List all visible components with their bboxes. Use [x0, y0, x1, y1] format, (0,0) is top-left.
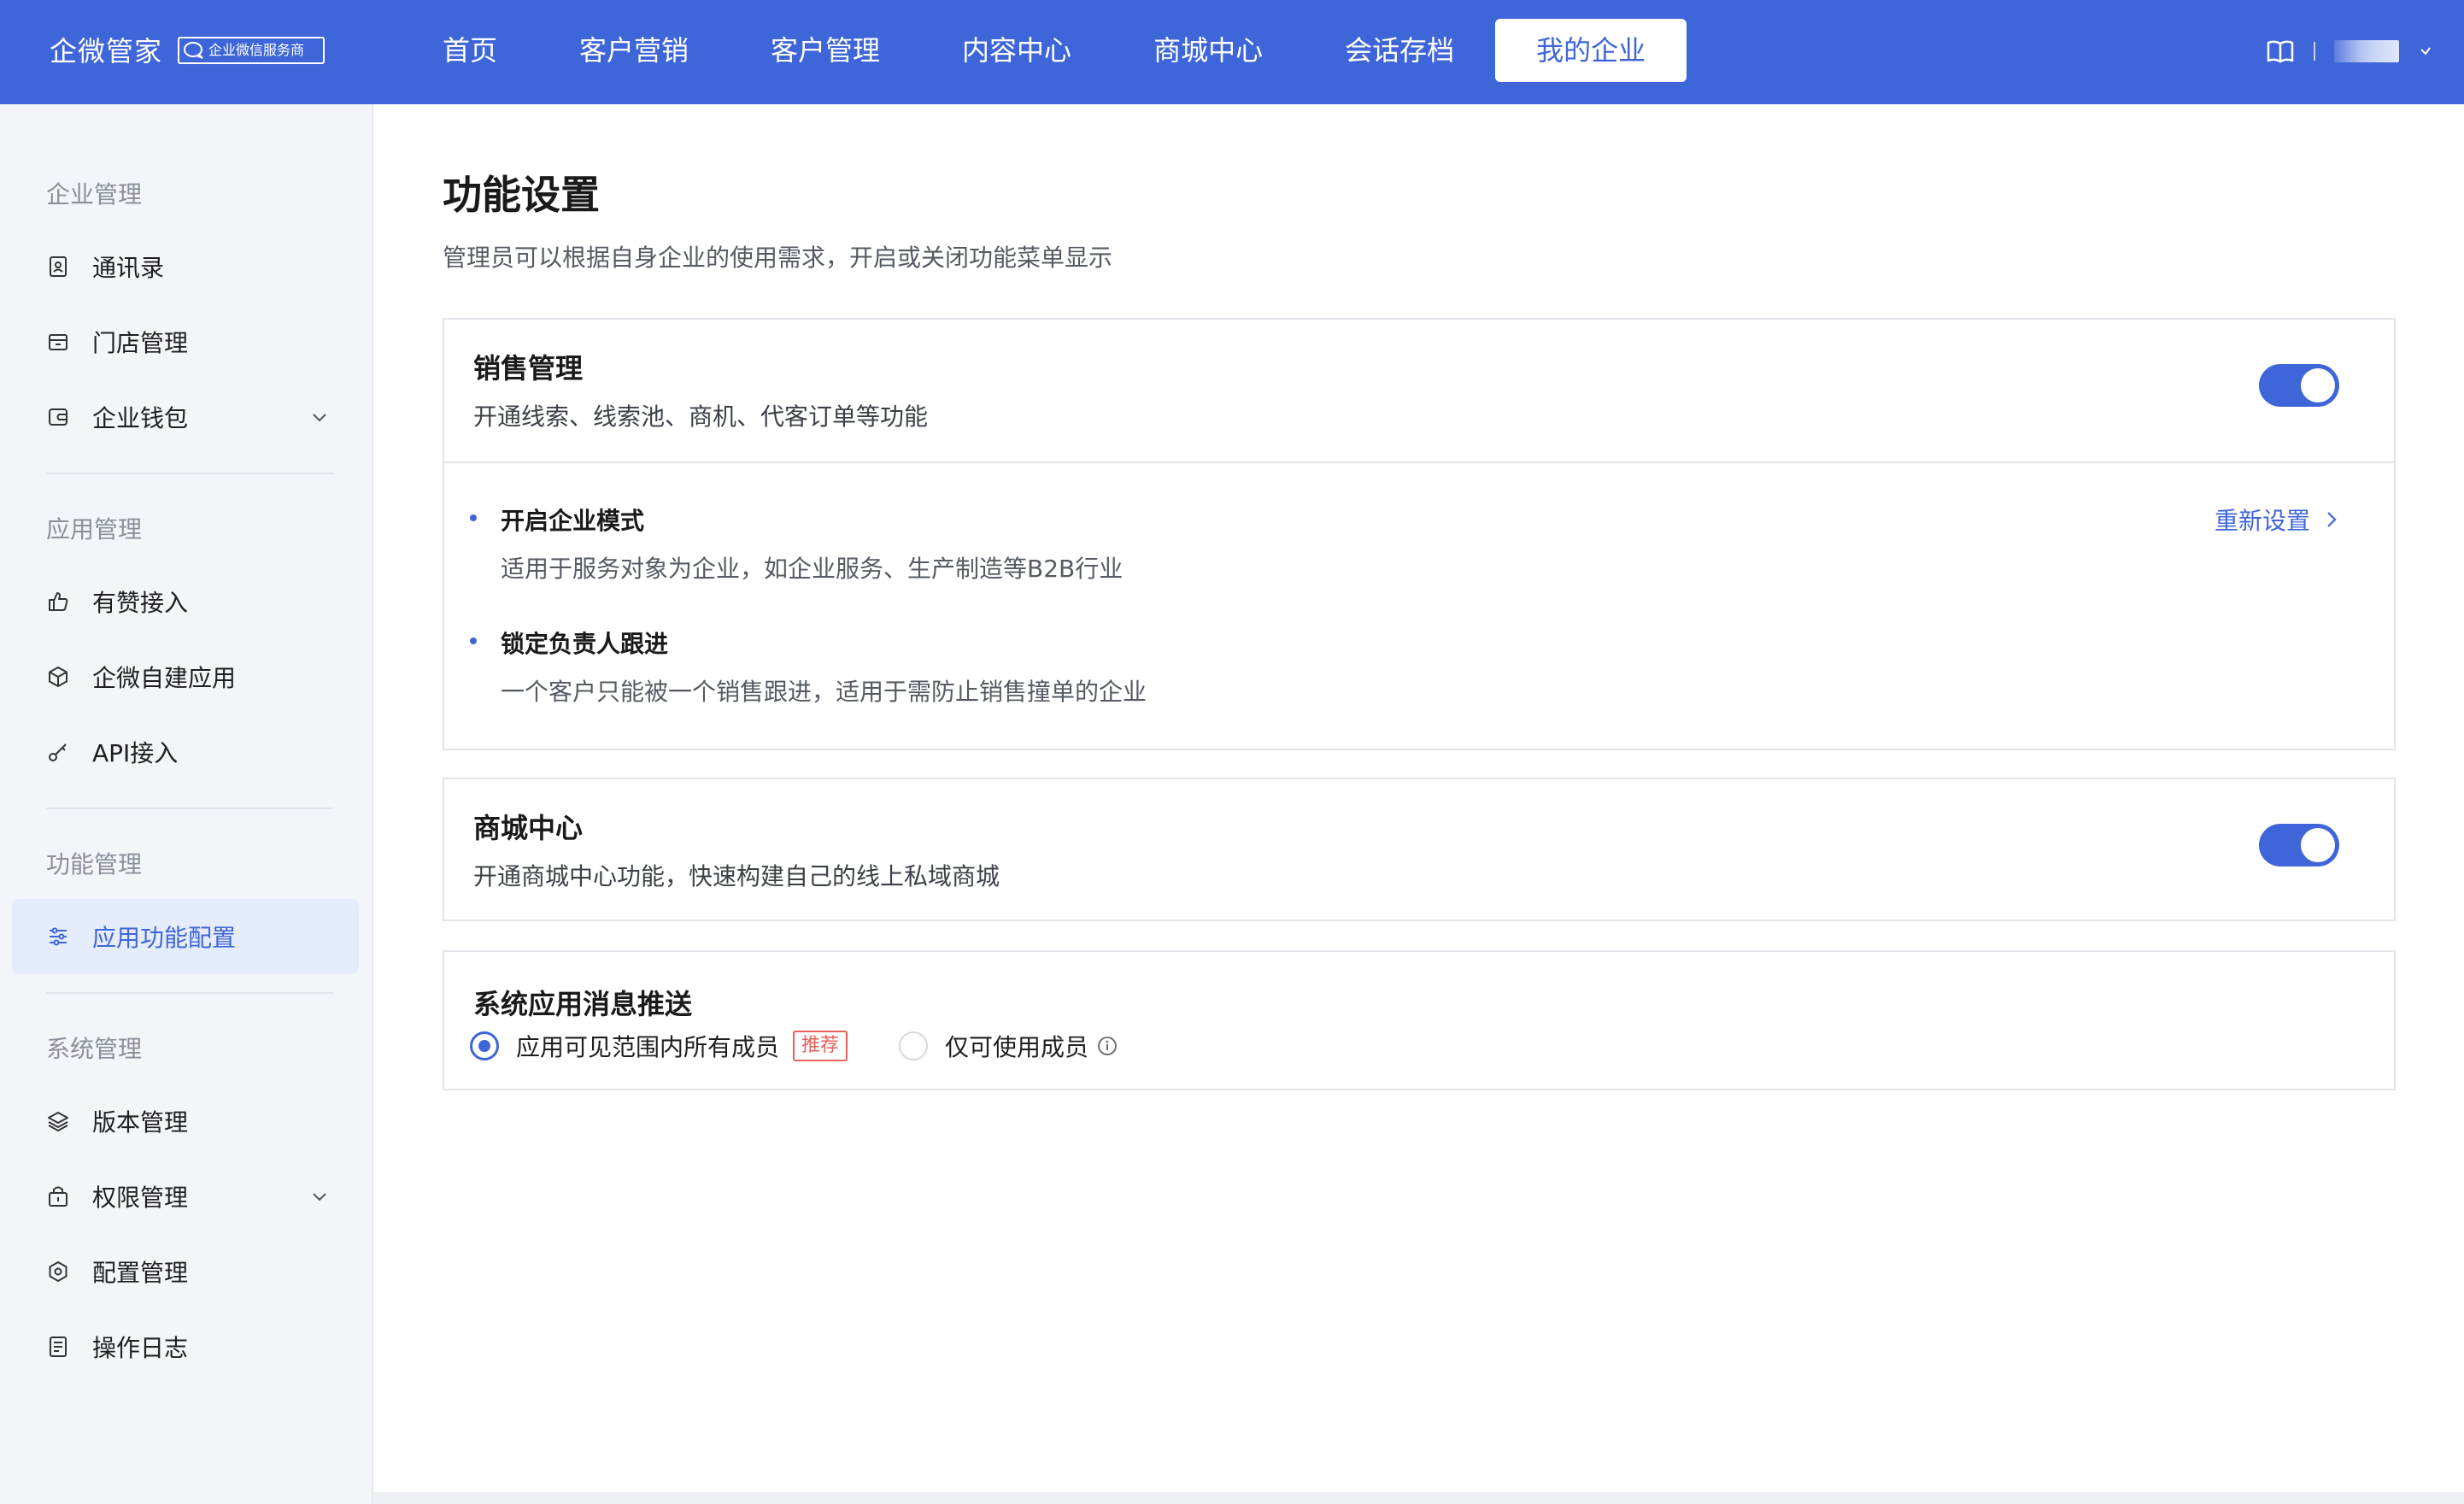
sales-management-card: 销售管理 开通线索、线索池、商机、代客订单等功能 开启企业模式 适用于服务对象为… — [443, 318, 2396, 750]
lock-icon — [46, 1184, 70, 1208]
toolbar-divider — [2314, 42, 2315, 61]
recommended-tag: 推荐 — [793, 1031, 848, 1061]
sidebar-divider — [46, 992, 333, 994]
option-description: 适用于服务对象为企业，如企业服务、生产制造等B2B行业 — [501, 555, 1123, 583]
nav-mall-center[interactable]: 商城中心 — [1112, 19, 1304, 82]
user-avatar[interactable] — [2334, 40, 2399, 62]
nav-my-enterprise[interactable]: 我的企业 — [1495, 19, 1687, 82]
sidebar-item-label: API接入 — [92, 739, 179, 767]
sidebar-item-label: 企微自建应用 — [92, 664, 237, 692]
sidebar-item-operation-log[interactable]: 操作日志 — [12, 1309, 359, 1384]
nav-customer-management[interactable]: 客户管理 — [730, 19, 921, 82]
radio-all-visible-members[interactable] — [470, 1031, 499, 1060]
sidebar-item-wallet[interactable]: 企业钱包 — [12, 379, 359, 455]
option-description: 一个客户只能被一个销售跟进，适用于需防止销售撞单的企业 — [501, 678, 1147, 706]
sidebar-item-custom-app[interactable]: 企微自建应用 — [12, 639, 359, 714]
settings-icon — [46, 1260, 70, 1284]
card-divider — [444, 461, 2394, 463]
service-provider-badge: 企业微信服务商 — [178, 37, 325, 64]
page-description: 管理员可以根据自身企业的使用需求，开启或关闭功能菜单显示 — [443, 244, 1113, 272]
sidebar-item-store[interactable]: 门店管理 — [12, 304, 359, 379]
radio-label: 应用可见范围内所有成员 — [516, 1033, 780, 1061]
sidebar-item-app-feature-config[interactable]: 应用功能配置 — [12, 899, 359, 974]
bullet-dot — [470, 514, 477, 521]
card-title: 系统应用消息推送 — [473, 988, 693, 1020]
chevron-down-icon[interactable] — [308, 1184, 331, 1208]
sidebar-item-configuration[interactable]: 配置管理 — [12, 1234, 359, 1309]
cube-icon — [46, 665, 70, 689]
main-content: 功能设置 管理员可以根据自身企业的使用需求，开启或关闭功能菜单显示 销售管理 开… — [373, 104, 2464, 1504]
chat-bubble-icon — [184, 42, 203, 59]
sidebar-divider — [46, 808, 333, 809]
top-navigation-bar: 企微管家 企业微信服务商 首页 客户营销 客户管理 内容中心 商城中心 会话存档… — [0, 0, 2464, 104]
chevron-down-icon[interactable] — [2418, 44, 2433, 59]
bullet-dot — [470, 637, 477, 644]
contacts-icon — [46, 255, 70, 279]
reset-settings-label: 重新设置 — [2214, 507, 2310, 535]
sidebar-item-api[interactable]: API接入 — [12, 714, 359, 790]
thumbs-up-icon — [46, 590, 70, 614]
sidebar-item-youzan[interactable]: 有赞接入 — [12, 564, 359, 639]
reset-settings-link[interactable]: 重新设置 — [2215, 502, 2338, 537]
sidebar-item-label: 操作日志 — [92, 1334, 189, 1362]
push-scope-radio-group: 应用可见范围内所有成员 推荐 仅可使用成员 — [470, 1027, 1118, 1065]
bottom-scroll-strip — [373, 1492, 2464, 1504]
log-icon — [46, 1335, 70, 1359]
sidebar-group-system: 系统管理 — [46, 1035, 143, 1063]
radio-label: 仅可使用成员 — [945, 1033, 1089, 1061]
option-title: 开启企业模式 — [501, 507, 645, 535]
top-right-tools — [2266, 31, 2433, 72]
wallet-icon — [46, 405, 70, 429]
nav-home[interactable]: 首页 — [402, 19, 538, 82]
sidebar-item-label: 有赞接入 — [92, 589, 189, 617]
sidebar-item-contacts[interactable]: 通讯录 — [12, 229, 359, 304]
sidebar-group-enterprise: 企业管理 — [46, 180, 143, 209]
sidebar-item-label: 企业钱包 — [92, 404, 189, 432]
sidebar-item-label: 门店管理 — [92, 329, 189, 357]
message-push-card: 系统应用消息推送 应用可见范围内所有成员 推荐 仅可使用成员 — [443, 950, 2396, 1090]
sidebar-item-version[interactable]: 版本管理 — [12, 1084, 359, 1159]
sidebar-group-features: 功能管理 — [46, 850, 143, 878]
chevron-right-icon — [2327, 512, 2337, 527]
nav-chat-archive[interactable]: 会话存档 — [1304, 19, 1495, 82]
sidebar-item-label: 版本管理 — [92, 1108, 189, 1137]
radio-usable-members-only[interactable] — [899, 1031, 929, 1060]
key-icon — [46, 740, 70, 764]
book-icon[interactable] — [2266, 38, 2295, 64]
card-description: 开通商城中心功能，快速构建自己的线上私域商城 — [473, 862, 1000, 890]
info-icon[interactable] — [1097, 1036, 1118, 1056]
sliders-icon — [46, 925, 70, 949]
card-description: 开通线索、线索池、商机、代客订单等功能 — [473, 402, 929, 431]
option-title: 锁定负责人跟进 — [501, 630, 669, 658]
mall-center-card: 商城中心 开通商城中心功能，快速构建自己的线上私域商城 — [443, 778, 2396, 921]
nav-content-center[interactable]: 内容中心 — [921, 19, 1112, 82]
sidebar: 企业管理 通讯录 门店管理 企业钱包 应用管理 有赞接入 企微自建应用 API接… — [0, 104, 373, 1504]
brand-name: 企微管家 — [50, 35, 163, 68]
badge-text: 企业微信服务商 — [208, 42, 305, 58]
layers-icon — [46, 1109, 70, 1133]
card-title: 销售管理 — [473, 352, 584, 385]
nav-customer-marketing[interactable]: 客户营销 — [538, 19, 730, 82]
sidebar-item-permissions[interactable]: 权限管理 — [12, 1159, 359, 1234]
card-title: 商城中心 — [473, 812, 584, 844]
page-title: 功能设置 — [443, 172, 600, 218]
sidebar-divider — [46, 473, 333, 474]
sidebar-group-apps: 应用管理 — [46, 515, 143, 543]
sidebar-item-label: 应用功能配置 — [92, 924, 237, 952]
main-nav: 首页 客户营销 客户管理 内容中心 商城中心 会话存档 我的企业 — [402, 19, 1687, 82]
chevron-down-icon[interactable] — [308, 405, 331, 429]
sidebar-item-label: 配置管理 — [92, 1259, 189, 1287]
mall-center-toggle[interactable] — [2259, 824, 2339, 867]
store-icon — [46, 330, 70, 354]
sales-management-toggle[interactable] — [2259, 364, 2339, 407]
sidebar-item-label: 通讯录 — [92, 254, 165, 282]
sidebar-item-label: 权限管理 — [92, 1184, 189, 1212]
